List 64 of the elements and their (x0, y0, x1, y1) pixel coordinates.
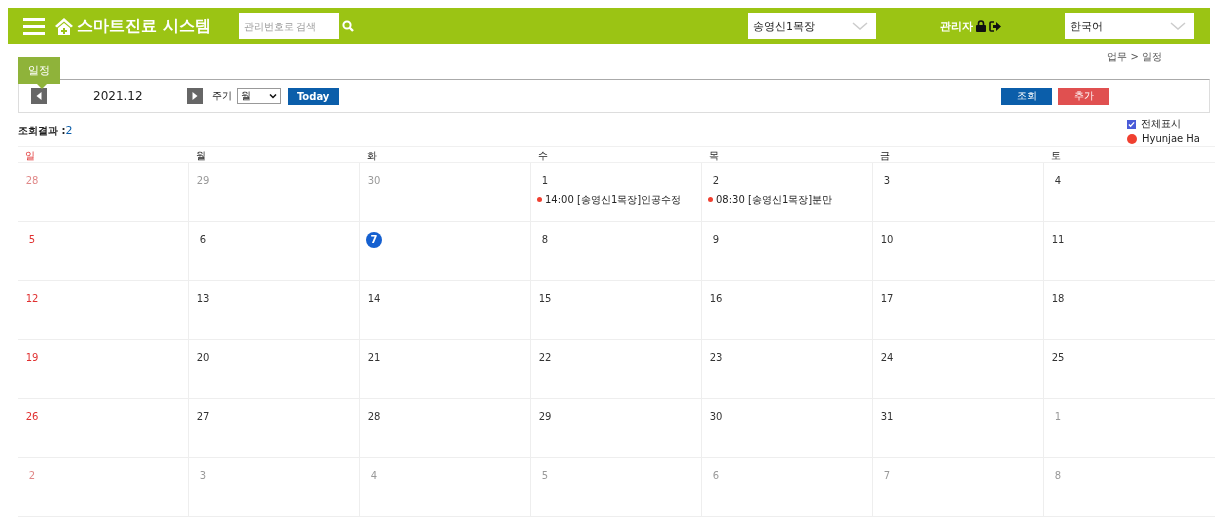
add-button[interactable]: 추가 (1058, 87, 1109, 105)
day-number[interactable]: 19 (24, 349, 40, 366)
day-number[interactable]: 10 (879, 231, 895, 248)
language-select[interactable]: 한국어 (1065, 13, 1194, 39)
day-number[interactable]: 24 (879, 349, 895, 366)
legend-label: Hyunjae Ha (1142, 133, 1200, 144)
month-label: 2021.12 (93, 89, 143, 103)
day-number[interactable]: 12 (24, 290, 40, 307)
day-number[interactable]: 30 (708, 408, 724, 425)
day-number[interactable]: 23 (708, 349, 724, 366)
day-number[interactable]: 8 (537, 231, 553, 248)
user-name: 관리자 (940, 18, 973, 34)
day-number[interactable]: 18 (1050, 290, 1066, 307)
day-number[interactable]: 15 (537, 290, 553, 307)
day-number[interactable]: 4 (1050, 172, 1066, 189)
day-number[interactable]: 22 (537, 349, 553, 366)
farm-select[interactable]: 송영신1목장 (748, 13, 876, 39)
day-number[interactable]: 11 (1050, 231, 1066, 248)
today-button[interactable]: Today (287, 87, 339, 105)
app-title: 스마트진료 시스템 (77, 15, 211, 37)
day-number[interactable]: 5 (24, 231, 40, 248)
day-number[interactable]: 9 (708, 231, 724, 248)
day-number[interactable]: 31 (879, 408, 895, 425)
lock-icon (976, 20, 986, 32)
caret-icon (268, 93, 277, 99)
period-label: 주기 (211, 89, 232, 103)
day-number[interactable]: 20 (195, 349, 211, 366)
next-month-icon[interactable] (186, 88, 203, 104)
search-button[interactable]: 조회 (1001, 87, 1052, 105)
day-number[interactable]: 29 (537, 408, 553, 425)
day-number[interactable]: 27 (195, 408, 211, 425)
weekday-header: 일 (18, 146, 189, 163)
day-number[interactable]: 13 (195, 290, 211, 307)
day-number[interactable]: 14 (366, 290, 382, 307)
weekday-header: 화 (360, 146, 531, 163)
day-number[interactable]: 16 (708, 290, 724, 307)
weekday-header: 월 (189, 146, 360, 163)
chevron-icon (1170, 22, 1186, 30)
day-number[interactable]: 2 (708, 172, 724, 189)
day-number[interactable]: 7 (366, 231, 382, 248)
check-icon (1128, 120, 1135, 128)
legend-label: 전체표시 (1141, 117, 1181, 131)
period-select[interactable]: 월 (236, 88, 281, 104)
day-number[interactable]: 6 (195, 231, 211, 248)
weekday-header: 토 (1044, 146, 1215, 163)
search-field[interactable]: 관리번호로 검색 (238, 13, 339, 39)
day-number[interactable]: 26 (24, 408, 40, 425)
day-number[interactable]: 28 (366, 408, 382, 425)
day-number[interactable]: 17 (879, 290, 895, 307)
house-icon (55, 17, 73, 35)
breadcrumb: 업무 > 일정 (1107, 50, 1162, 64)
weekday-header: 금 (873, 146, 1044, 163)
logout-icon[interactable] (989, 20, 1001, 32)
day-number[interactable]: 25 (1050, 349, 1066, 366)
checkbox[interactable] (1127, 119, 1136, 129)
weekday-header: 목 (702, 146, 873, 163)
result-count: 조회결과 :2 (18, 124, 73, 138)
day-number[interactable]: 3 (879, 172, 895, 189)
weekday-header: 수 (531, 146, 702, 163)
event-entry[interactable]: 14:00 [송영신1목장]인공수정 (545, 192, 682, 207)
chevron-icon (852, 22, 868, 30)
day-number[interactable]: 1 (537, 172, 553, 189)
event-entry[interactable]: 08:30 [송영신1목장]분만 (716, 192, 833, 207)
day-number[interactable]: 21 (366, 349, 382, 366)
